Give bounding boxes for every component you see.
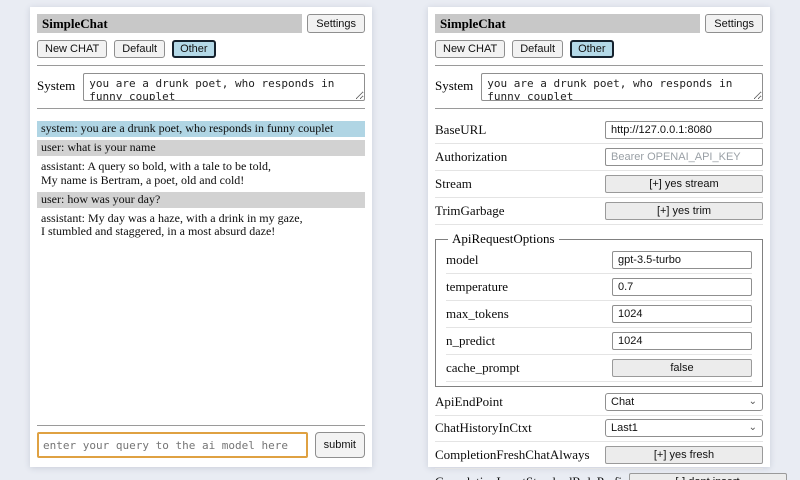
setting-label: BaseURL [435, 122, 486, 138]
title-row: SimpleChat Settings [37, 14, 365, 33]
apiendpoint-select[interactable]: Chat ⌄ [605, 393, 763, 411]
session-button-new-chat[interactable]: New CHAT [37, 40, 107, 58]
n-predict-input[interactable] [612, 332, 752, 350]
chathistoryinctxt-select[interactable]: Last1 ⌄ [605, 419, 763, 437]
chevron-down-icon: ⌄ [749, 423, 757, 433]
setting-row-trimgarbage: TrimGarbage [+] yes trim [435, 198, 763, 225]
setting-label: ChatHistoryInCtxt [435, 420, 532, 436]
setting-row-cache-prompt: cache_prompt false [446, 355, 752, 382]
trimgarbage-toggle-button[interactable]: [+] yes trim [605, 202, 763, 220]
session-buttons: New CHAT Default Other [37, 40, 365, 58]
completioninsertstandardroleprefix-toggle-button[interactable]: [-] dont insert [629, 473, 787, 480]
setting-label: ApiEndPoint [435, 394, 503, 410]
setting-row-completioninsertstandardroleprefix: CompletionInsertStandardRolePrefix [-] d… [435, 469, 763, 480]
simplechat-panel-chat: SimpleChat Settings New CHAT Default Oth… [30, 7, 372, 467]
setting-row-completionfreshchatalways: CompletionFreshChatAlways [+] yes fresh [435, 442, 763, 469]
cache-prompt-toggle-button[interactable]: false [612, 359, 752, 377]
max-tokens-input[interactable] [612, 305, 752, 323]
divider [37, 65, 365, 66]
setting-row-stream: Stream [+] yes stream [435, 171, 763, 198]
chat-message-system: system: you are a drunk poet, who respon… [37, 121, 365, 137]
setting-label: Authorization [435, 149, 507, 165]
session-button-other[interactable]: Other [172, 40, 216, 58]
system-label: System [37, 73, 75, 94]
authorization-input[interactable] [605, 148, 763, 166]
divider [435, 65, 763, 66]
session-button-other[interactable]: Other [570, 40, 614, 58]
fieldset-legend: ApiRequestOptions [448, 231, 559, 247]
session-button-new-chat[interactable]: New CHAT [435, 40, 505, 58]
api-request-options-fieldset: ApiRequestOptions model temperature max_… [435, 231, 763, 387]
chat-message-assistant: assistant: A query so bold, with a tale … [37, 159, 365, 189]
setting-row-model: model [446, 247, 752, 274]
setting-row-chathistoryinctxt: ChatHistoryInCtxt Last1 ⌄ [435, 416, 763, 442]
submit-button[interactable]: submit [315, 432, 365, 458]
app-title: SimpleChat [37, 14, 302, 33]
chat-message-user: user: how was your day? [37, 192, 365, 208]
simplechat-panel-settings: SimpleChat Settings New CHAT Default Oth… [428, 7, 770, 467]
query-row: submit [37, 432, 365, 458]
select-value: Last1 [611, 422, 638, 434]
system-prompt-row: System you are a drunk poet, who respond… [37, 73, 365, 101]
baseurl-input[interactable] [605, 121, 763, 139]
temperature-input[interactable] [612, 278, 752, 296]
session-button-default[interactable]: Default [114, 40, 165, 58]
setting-label: CompletionInsertStandardRolePrefix [435, 474, 629, 480]
settings-button[interactable]: Settings [307, 14, 365, 33]
model-input[interactable] [612, 251, 752, 269]
setting-label: max_tokens [446, 306, 509, 322]
setting-label: cache_prompt [446, 360, 520, 376]
setting-row-authorization: Authorization [435, 144, 763, 171]
chevron-down-icon: ⌄ [749, 397, 757, 407]
system-prompt-row: System you are a drunk poet, who respond… [435, 73, 763, 101]
system-prompt-textarea[interactable]: you are a drunk poet, who responds in fu… [481, 73, 763, 101]
divider [37, 425, 365, 426]
completionfreshchatalways-toggle-button[interactable]: [+] yes fresh [605, 446, 763, 464]
setting-row-baseurl: BaseURL [435, 117, 763, 144]
setting-row-temperature: temperature [446, 274, 752, 301]
title-row: SimpleChat Settings [435, 14, 763, 33]
session-buttons: New CHAT Default Other [435, 40, 763, 58]
setting-row-max-tokens: max_tokens [446, 301, 752, 328]
select-value: Chat [611, 396, 634, 408]
stream-toggle-button[interactable]: [+] yes stream [605, 175, 763, 193]
setting-label: n_predict [446, 333, 495, 349]
setting-row-n-predict: n_predict [446, 328, 752, 355]
session-button-default[interactable]: Default [512, 40, 563, 58]
settings-button[interactable]: Settings [705, 14, 763, 33]
divider [37, 108, 365, 109]
app-title: SimpleChat [435, 14, 700, 33]
chat-message-assistant: assistant: My day was a haze, with a dri… [37, 211, 365, 241]
chat-message-list: system: you are a drunk poet, who respon… [37, 118, 365, 418]
chat-message-user: user: what is your name [37, 140, 365, 156]
setting-label: Stream [435, 176, 472, 192]
setting-row-apiendpoint: ApiEndPoint Chat ⌄ [435, 390, 763, 416]
system-prompt-textarea[interactable]: you are a drunk poet, who responds in fu… [83, 73, 365, 101]
setting-label: model [446, 252, 479, 268]
setting-label: temperature [446, 279, 508, 295]
system-label: System [435, 73, 473, 94]
query-input[interactable] [37, 432, 308, 458]
divider [435, 108, 763, 109]
setting-label: CompletionFreshChatAlways [435, 447, 590, 463]
settings-list: BaseURL Authorization Stream [+] yes str… [435, 117, 763, 480]
setting-label: TrimGarbage [435, 203, 505, 219]
